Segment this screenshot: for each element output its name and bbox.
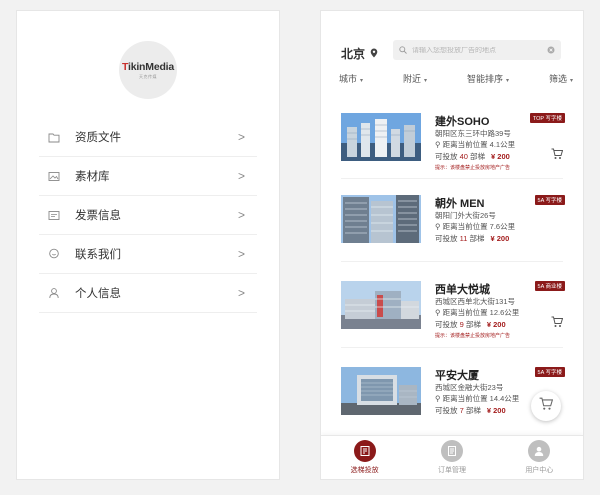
menu-item-label: 发票信息 [75,210,121,222]
logo-tagline: 天克传媒 [139,73,157,79]
search-icon [399,41,407,59]
menu-item-contact[interactable]: 联系我们 > [39,235,257,274]
location-pin-icon [370,47,378,61]
availability: 可投放 11 部梯 ¥ 200 [435,234,510,243]
list-item[interactable]: 建外SOHO TOP 写字楼 朝阳区东三环中路39号 ⚲ 距离当前位置 4.1公… [341,113,565,173]
building-photo [341,113,421,161]
menu-item-label: 联系我们 [75,249,121,261]
menu-item-label: 个人信息 [75,288,121,300]
price: ¥ 200 [486,406,506,415]
divider [341,178,563,179]
floating-cart-button[interactable] [531,391,561,421]
user-icon [528,440,551,462]
location-pin-icon: ⚲ [435,308,443,317]
distance: ⚲ 距离当前位置 7.6公里 [435,222,516,231]
logo-wordmark: TikinMedia [121,60,175,73]
building-address: 朝阳区东三环中路39号 [435,129,511,138]
building-address: 西城区西单北大街131号 [435,297,516,306]
availability: 可投放 7 部梯 ¥ 200 [435,406,506,415]
menu-item-label: 素材库 [75,171,110,183]
list-item[interactable]: 朝外 MEN 5A 写字楼 朝阳门外大街26号 ⚲ 距离当前位置 7.6公里 可… [341,195,565,255]
profile-screen: TikinMedia 天克传媒 资质文件 > 素材库 > 发票信息 > 联系我们… [16,10,280,480]
invoice-icon [47,208,61,222]
bottom-tab-bar: 选梯投放 订单管理 用户中心 [321,435,583,479]
notice-text: 提示：该楼盘禁止投放房地产广告 [435,165,511,171]
image-library-icon [47,169,61,183]
tab-orders[interactable]: 订单管理 [408,436,495,479]
distance: ⚲ 距离当前位置 12.6公里 [435,308,520,317]
tab-label: 订单管理 [437,467,466,474]
building-photo [341,195,421,243]
search-bar [393,40,561,60]
menu-item-invoice[interactable]: 发票信息 > [39,196,257,235]
filter-bar: 城市 ▾ 附近 ▾ 智能排序 ▾ 筛选 ▾ [339,72,573,85]
chevron-right-icon: > [237,247,245,261]
availability: 可投放 40 部梯 ¥ 200 [435,152,510,161]
location-pin-icon: ⚲ [435,140,443,149]
divider [341,347,563,348]
caret-down-icon: ▾ [424,78,428,84]
menu-item-materials[interactable]: 素材库 > [39,157,257,196]
add-to-cart-icon[interactable] [551,147,564,159]
cart-icon [539,397,554,416]
tab-label: 选梯投放 [350,467,379,474]
elevator-icon [353,440,376,462]
building-address: 西城区金融大街23号 [435,383,504,392]
profile-menu: 资质文件 > 素材库 > 发票信息 > 联系我们 > 个人信息 > [39,118,257,313]
location-pin-icon: ⚲ [435,222,443,231]
folder-icon [47,130,61,144]
menu-item-profile[interactable]: 个人信息 > [39,274,257,313]
menu-item-label: 资质文件 [75,132,121,144]
chevron-right-icon: > [237,169,245,183]
grade-badge: 5A 商业楼 [534,281,565,291]
caret-down-icon: ▾ [505,78,509,84]
availability: 可投放 9 部梯 ¥ 200 [435,320,506,329]
company-logo: TikinMedia 天克传媒 [119,41,177,99]
listing-screen: 北京 城市▾ 附近▾ 智能排序▾ 筛选▾ [320,10,584,480]
tab-select-elevator[interactable]: 选梯投放 [321,436,408,479]
grade-badge: 5A 写字楼 [534,367,565,377]
header: 北京 城市▾ 附近▾ 智能排序▾ 筛选▾ [321,11,583,103]
order-icon [440,440,463,462]
price: ¥ 200 [486,320,506,329]
divider [341,261,563,262]
filter-city[interactable]: 城市 ▾ [339,72,363,85]
building-photo [341,367,421,415]
building-name: 平安大厦 [435,370,479,382]
menu-item-qualification[interactable]: 资质文件 > [39,118,257,157]
building-name: 西单大悦城 [435,284,490,296]
chat-icon [47,247,61,261]
filter-more[interactable]: 筛选 ▾ [549,72,573,85]
building-name: 朝外 MEN [435,198,485,210]
grade-badge: TOP 写字楼 [529,113,565,123]
building-name: 建外SOHO [435,116,490,128]
price: ¥ 200 [490,234,510,243]
add-to-cart-icon[interactable] [551,315,564,327]
location-pin-icon: ⚲ [435,394,443,403]
caret-down-icon: ▾ [360,78,364,84]
search-input[interactable] [412,46,547,54]
filter-nearby[interactable]: 附近 ▾ [403,72,427,85]
user-icon [47,286,61,300]
tab-label: 用户中心 [525,467,554,474]
chevron-right-icon: > [237,208,245,222]
building-photo [341,281,421,329]
list-item[interactable]: 西单大悦城 5A 商业楼 西城区西单北大街131号 ⚲ 距离当前位置 12.6公… [341,281,565,341]
grade-badge: 5A 写字楼 [534,195,565,205]
tab-user-center[interactable]: 用户中心 [496,436,583,479]
price: ¥ 200 [491,152,510,161]
city-selector[interactable]: 北京 [341,45,378,62]
city-label: 北京 [341,47,366,61]
distance: ⚲ 距离当前位置 4.1公里 [435,140,516,149]
filter-sort[interactable]: 智能排序 ▾ [467,72,509,85]
chevron-right-icon: > [237,286,245,300]
distance: ⚲ 距离当前位置 14.4公里 [435,394,520,403]
clear-icon[interactable] [547,41,555,59]
caret-down-icon: ▾ [569,78,573,84]
chevron-right-icon: > [237,130,245,144]
list-item[interactable]: 平安大厦 5A 写字楼 西城区金融大街23号 ⚲ 距离当前位置 14.4公里 可… [341,367,565,427]
building-address: 朝阳门外大街26号 [435,211,496,220]
notice-text: 提示：该楼盘禁止投放房地产广告 [435,333,511,339]
